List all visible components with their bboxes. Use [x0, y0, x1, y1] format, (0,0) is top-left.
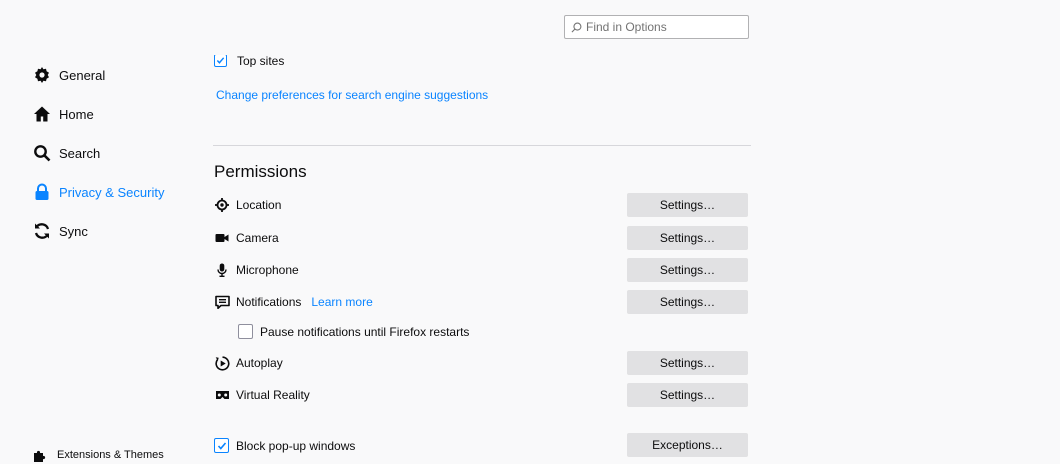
microphone-settings-button[interactable]: Settings…	[627, 258, 748, 282]
autoplay-icon	[214, 355, 230, 371]
virtual-reality-settings-button[interactable]: Settings…	[627, 383, 748, 407]
microphone-row: Microphone	[214, 262, 299, 278]
location-icon	[214, 197, 230, 213]
pause-notifications-checkbox[interactable]	[238, 324, 253, 339]
notifications-row: Notifications Learn more	[214, 294, 373, 310]
sidebar-item-label: Sync	[59, 223, 88, 239]
block-popups-checkbox[interactable]	[214, 438, 229, 453]
gear-icon	[33, 66, 51, 84]
autoplay-row: Autoplay	[214, 355, 283, 371]
sidebar-item-home[interactable]: Home	[33, 105, 94, 123]
notifications-label: Notifications	[236, 295, 302, 309]
location-row: Location	[214, 197, 281, 213]
sidebar-item-label: Home	[59, 106, 94, 122]
notifications-learn-more-link[interactable]: Learn more	[311, 295, 372, 309]
sidebar-item-search[interactable]: Search	[33, 144, 100, 162]
puzzle-icon	[33, 448, 47, 462]
sidebar-item-general[interactable]: General	[33, 66, 105, 84]
sidebar-item-label: Privacy & Security	[59, 184, 165, 200]
top-sites-checkbox[interactable]	[214, 55, 227, 67]
search-icon	[33, 144, 51, 162]
permissions-heading: Permissions	[214, 162, 307, 181]
section-divider	[213, 145, 751, 146]
top-sites-label: Top sites	[237, 55, 285, 67]
search-placeholder: Find in Options	[586, 20, 667, 34]
pause-notifications-row[interactable]: Pause notifications until Firefox restar…	[238, 324, 469, 339]
find-in-options-input[interactable]: Find in Options	[564, 15, 749, 39]
camera-settings-button[interactable]: Settings…	[627, 226, 748, 250]
camera-row: Camera	[214, 230, 279, 246]
popup-exceptions-button[interactable]: Exceptions…	[627, 433, 748, 457]
block-popups-label: Block pop-up windows	[236, 438, 356, 453]
pause-notifications-label: Pause notifications until Firefox restar…	[260, 324, 470, 339]
camera-label: Camera	[236, 231, 279, 245]
sidebar-item-extensions-themes[interactable]: Extensions & Themes	[33, 448, 164, 462]
search-suggestions-preferences-link[interactable]: Change preferences for search engine sug…	[216, 88, 488, 102]
virtual-reality-row: Virtual Reality	[214, 387, 310, 403]
top-sites-row[interactable]: Top sites	[214, 55, 284, 67]
home-icon	[33, 105, 51, 123]
location-settings-button[interactable]: Settings…	[627, 193, 748, 217]
sidebar-item-label: Search	[59, 145, 101, 161]
sidebar-item-sync[interactable]: Sync	[33, 222, 88, 240]
block-popups-row[interactable]: Block pop-up windows	[214, 438, 355, 453]
autoplay-label: Autoplay	[236, 356, 283, 370]
virtual-reality-label: Virtual Reality	[236, 388, 310, 402]
notifications-settings-button[interactable]: Settings…	[627, 290, 748, 314]
microphone-label: Microphone	[236, 263, 299, 277]
sidebar-item-privacy-security[interactable]: Privacy & Security	[33, 183, 164, 201]
lock-icon	[33, 183, 51, 201]
microphone-icon	[214, 262, 230, 278]
vr-icon	[214, 387, 230, 403]
search-icon	[571, 22, 582, 32]
autoplay-settings-button[interactable]: Settings…	[627, 351, 748, 375]
location-label: Location	[236, 198, 282, 212]
sidebar-item-label: General	[59, 67, 106, 83]
notifications-icon	[214, 294, 230, 310]
extensions-themes-label: Extensions & Themes	[57, 449, 164, 461]
sync-icon	[33, 222, 51, 240]
camera-icon	[214, 230, 230, 246]
